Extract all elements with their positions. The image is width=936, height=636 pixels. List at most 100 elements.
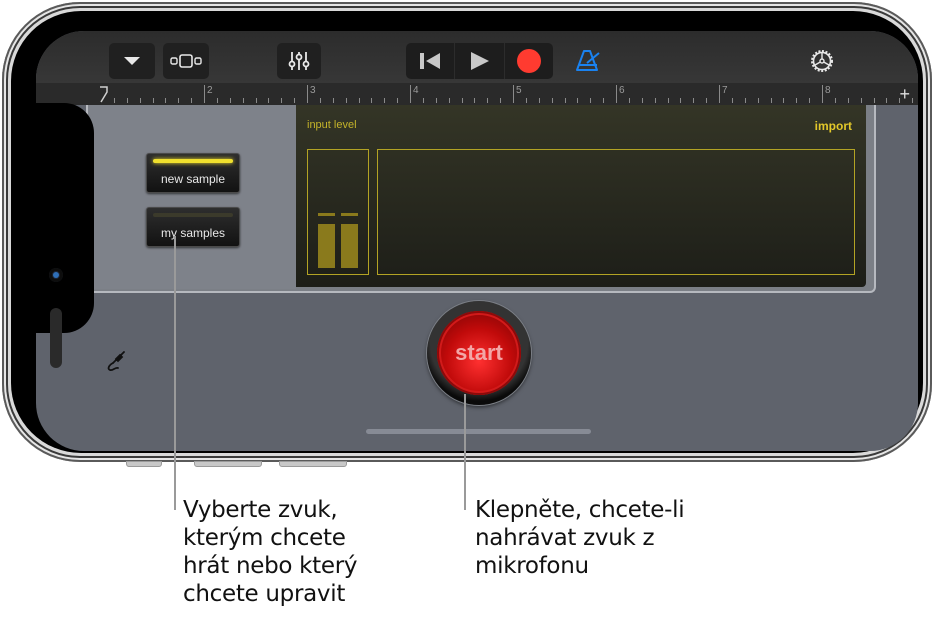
volume-up-button xyxy=(194,461,262,467)
start-button-label: start xyxy=(455,340,503,365)
ruler-tick xyxy=(126,98,128,103)
ruler-tick xyxy=(603,98,605,103)
metronome-button[interactable] xyxy=(566,43,610,79)
callout-line-samples xyxy=(174,236,176,510)
ruler-tick xyxy=(461,98,463,103)
ruler-tick xyxy=(912,98,914,103)
ruler-bar-line xyxy=(204,85,205,103)
mixer-button[interactable] xyxy=(277,43,321,79)
ruler-tick xyxy=(731,98,733,103)
callout-line-start xyxy=(464,394,466,510)
ruler-bar-number: 4 xyxy=(413,85,419,96)
ruler-tick xyxy=(538,98,540,103)
meter-peak-left xyxy=(318,213,335,216)
ruler-tick xyxy=(706,98,708,103)
triangle-down-icon xyxy=(124,57,140,65)
callout-line-text: hrát nebo který xyxy=(183,553,358,579)
sampler-panel: new sample my samples input level import xyxy=(86,105,876,293)
volume-down-button xyxy=(279,461,347,467)
ruler-tick xyxy=(551,98,553,103)
ruler-tick xyxy=(294,98,296,103)
ruler-bar-line xyxy=(719,85,720,103)
ruler-tick xyxy=(783,98,785,103)
ruler-tick xyxy=(834,98,836,103)
ruler-tick xyxy=(641,98,643,103)
record-button[interactable] xyxy=(505,43,553,79)
ruler-bar-number: 8 xyxy=(825,85,831,96)
screen: + 2 3 4 5 6 7 8 new sample my samples input le… xyxy=(36,31,918,451)
audio-input-button[interactable] xyxy=(104,349,128,378)
ruler-tick xyxy=(165,98,167,103)
sliders-icon xyxy=(288,52,310,70)
speaker-grille xyxy=(50,308,62,368)
add-section-button[interactable]: + xyxy=(899,83,910,105)
start-button[interactable]: start xyxy=(437,311,521,395)
ruler-tick xyxy=(757,98,759,103)
sampler-display: input level import xyxy=(296,105,866,287)
ruler-tick xyxy=(654,98,656,103)
view-button[interactable] xyxy=(163,43,209,79)
ruler-tick xyxy=(358,98,360,103)
ruler-bar-line xyxy=(616,85,617,103)
phone-frame: + 2 3 4 5 6 7 8 new sample my samples input le… xyxy=(2,2,932,467)
ruler-tick xyxy=(371,98,373,103)
ruler-bar-number: 7 xyxy=(722,85,728,96)
ruler-tick xyxy=(152,98,154,103)
settings-button[interactable] xyxy=(800,43,844,79)
sample-buttons-area: new sample my samples xyxy=(88,105,296,289)
play-button[interactable] xyxy=(455,43,505,79)
ruler-tick xyxy=(693,98,695,103)
ruler-bar-line xyxy=(410,85,411,103)
ruler-tick xyxy=(229,98,231,103)
timeline-ruler[interactable]: + 2 3 4 5 6 7 8 xyxy=(36,83,918,105)
transport-controls xyxy=(406,43,553,79)
home-indicator[interactable] xyxy=(366,429,591,434)
meter-bar-left xyxy=(318,224,335,268)
ruler-tick xyxy=(191,98,193,103)
ruler-bar-number: 2 xyxy=(207,85,213,96)
ruler-tick xyxy=(667,98,669,103)
play-icon xyxy=(471,52,490,70)
browser-button[interactable] xyxy=(109,43,155,79)
ruler-tick xyxy=(474,98,476,103)
ruler-tick xyxy=(422,98,424,103)
ruler-tick xyxy=(281,98,283,103)
callout-line-text: mikrofonu xyxy=(475,553,589,579)
new-sample-button[interactable]: new sample xyxy=(146,153,240,193)
ruler-tick xyxy=(113,98,115,103)
ruler-tick xyxy=(525,98,527,103)
ruler-tick xyxy=(899,98,901,103)
my-samples-button[interactable]: my samples xyxy=(146,207,240,247)
ruler-bar-number: 3 xyxy=(310,85,316,96)
playhead-icon[interactable] xyxy=(99,86,109,104)
my-samples-label: my samples xyxy=(160,226,225,240)
ruler-tick xyxy=(487,98,489,103)
ruler-tick xyxy=(873,98,875,103)
ruler-tick xyxy=(564,98,566,103)
ruler-bar-number: 5 xyxy=(516,85,522,96)
ruler-tick xyxy=(345,98,347,103)
control-bar xyxy=(36,31,918,83)
input-level-label: input level xyxy=(307,119,357,131)
callout-select-sound: Vyberte zvuk, kterým chcete hrát nebo kter… xyxy=(183,496,358,608)
record-icon xyxy=(516,49,541,73)
ruler-tick xyxy=(796,98,798,103)
ruler-tick xyxy=(770,98,772,103)
callout-line-text: Klepněte, chcete-li xyxy=(475,497,685,523)
ruler-tick xyxy=(435,98,437,103)
ruler-bar-line xyxy=(513,85,514,103)
callout-line-text: kterým chcete xyxy=(183,525,346,551)
notch xyxy=(36,103,94,368)
callout-line-text: Vyberte zvuk, xyxy=(183,497,338,523)
ruler-tick xyxy=(809,98,811,103)
ruler-tick xyxy=(680,98,682,103)
ruler-tick xyxy=(178,98,180,103)
meter-peak-right xyxy=(341,213,358,216)
ruler-bar-number: 6 xyxy=(619,85,625,96)
ruler-tick xyxy=(397,98,399,103)
my-samples-led xyxy=(153,213,233,217)
go-to-beginning-button[interactable] xyxy=(406,43,456,79)
gear-icon xyxy=(811,50,833,72)
import-button[interactable]: import xyxy=(815,119,852,133)
ruler-tick xyxy=(332,98,334,103)
